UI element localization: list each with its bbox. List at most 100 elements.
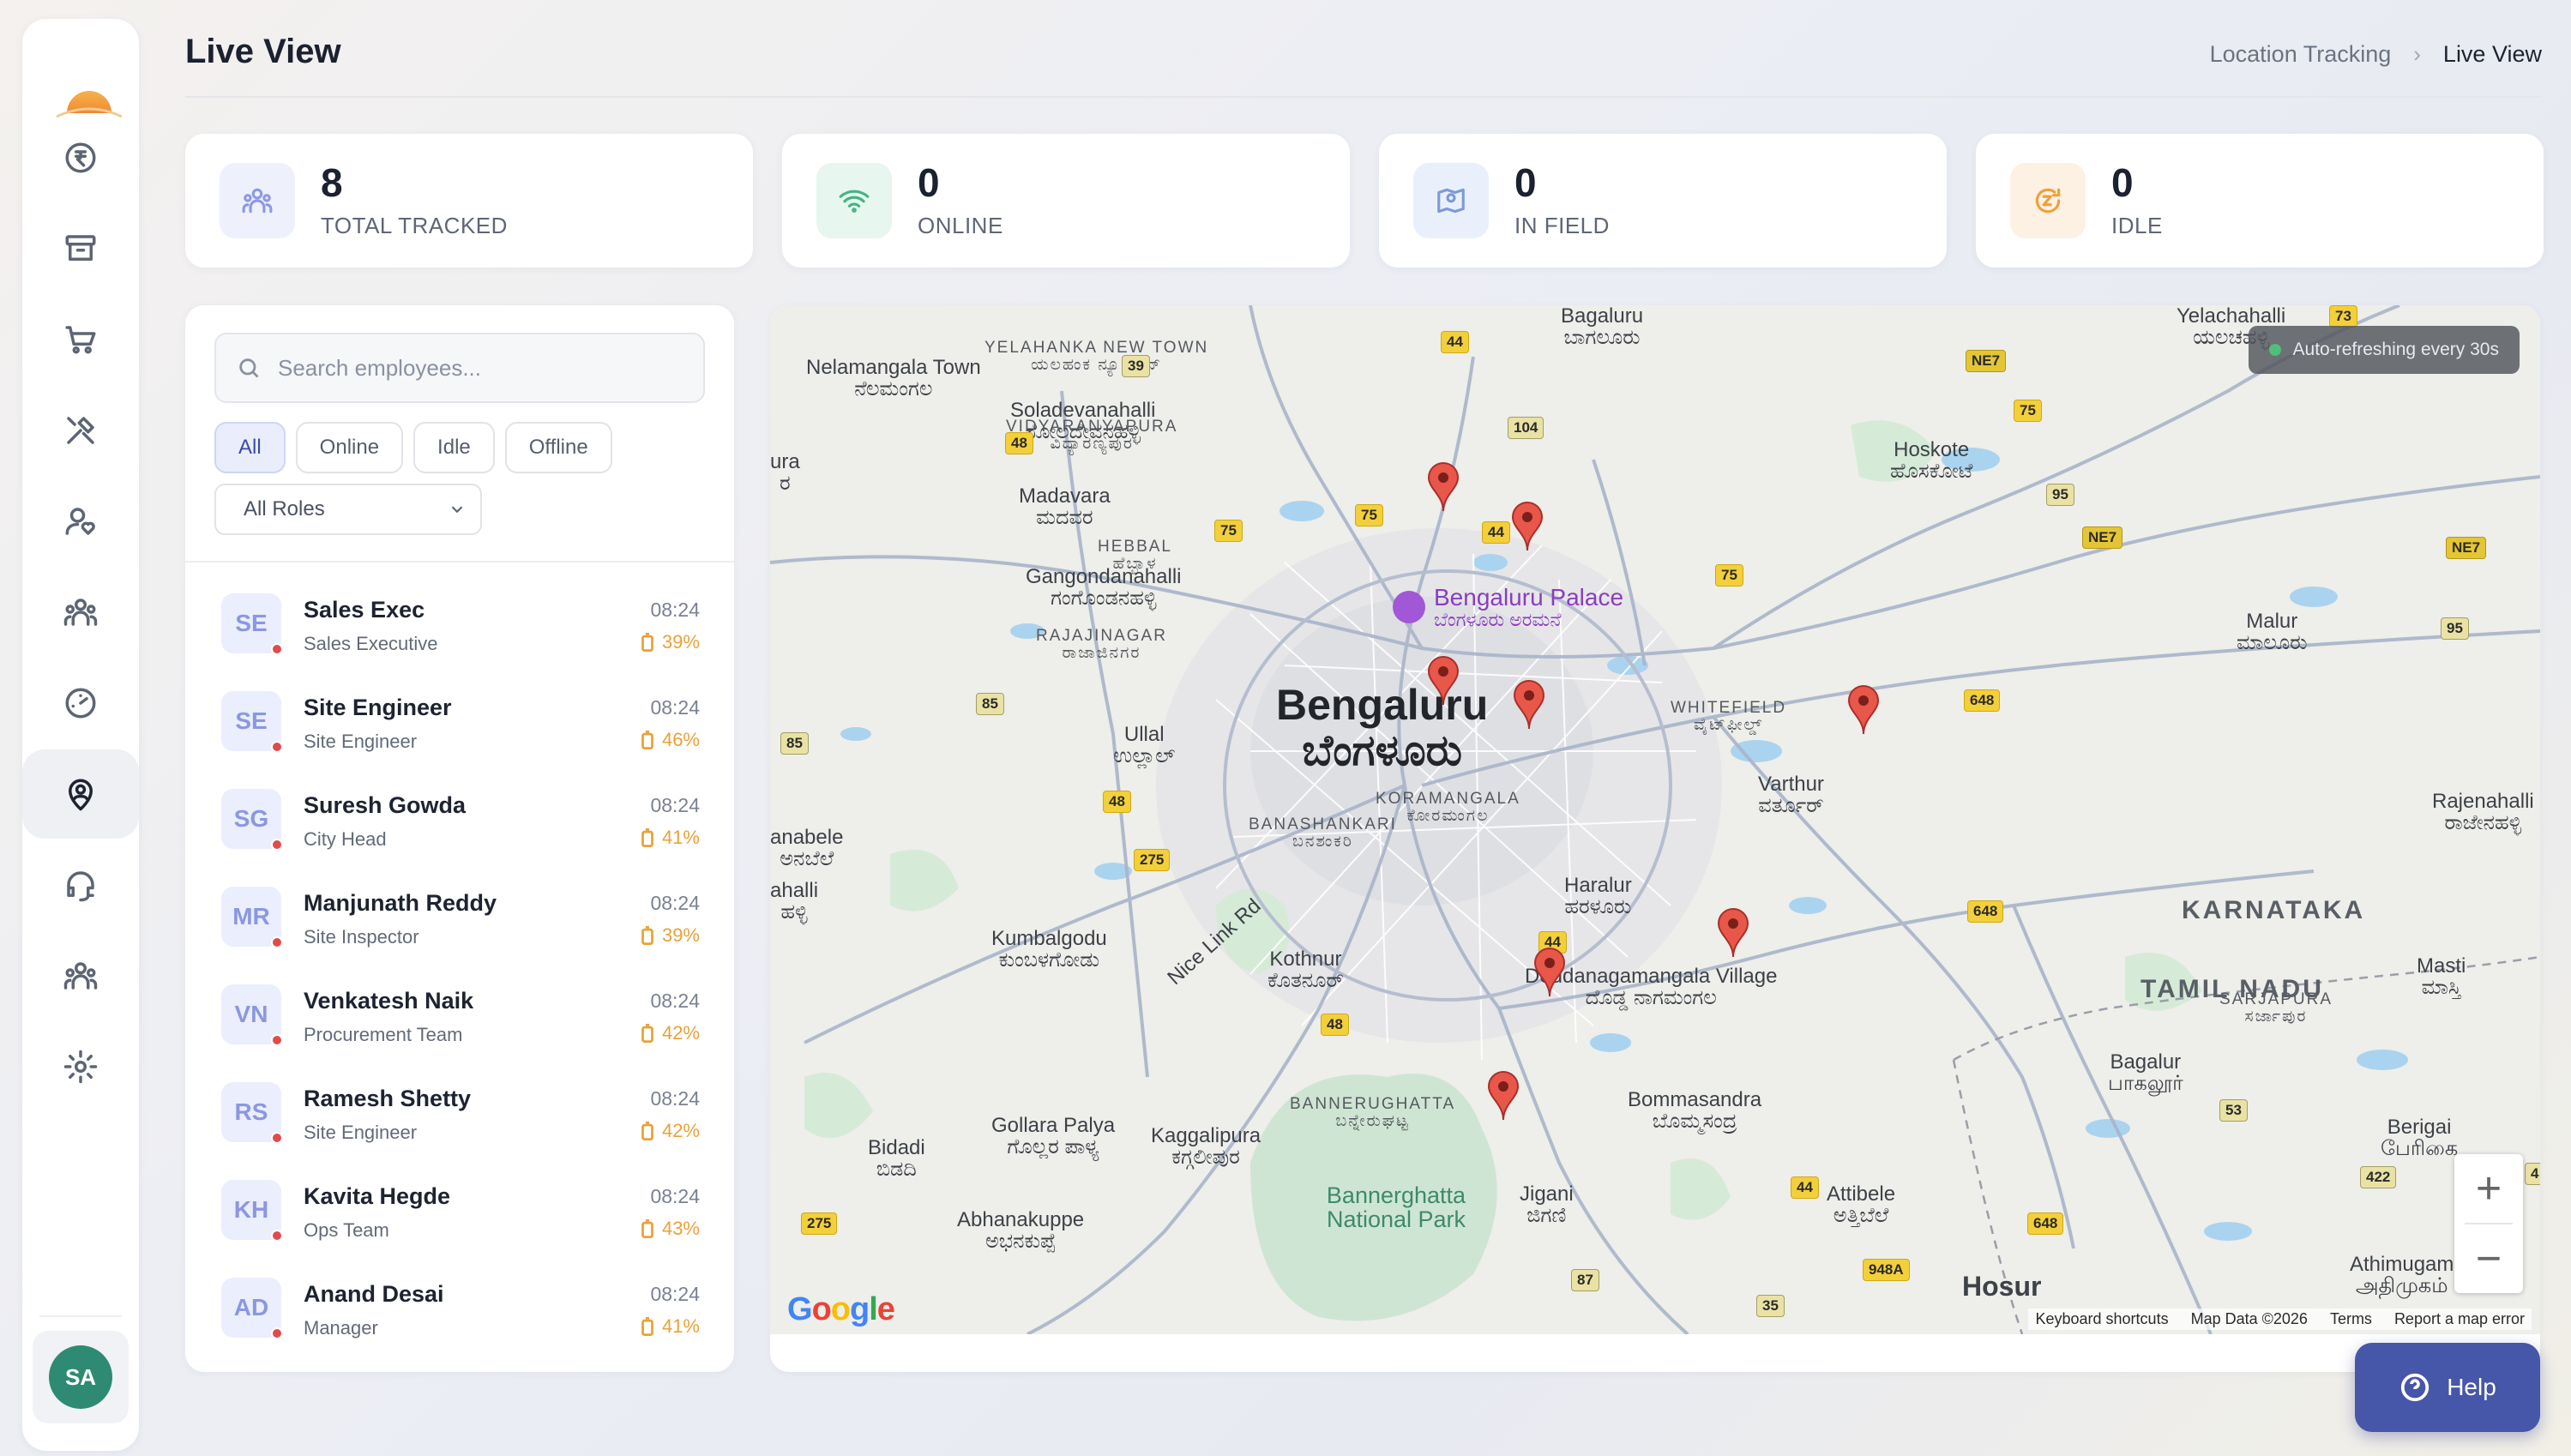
- employee-row[interactable]: RS Ramesh Shetty Site Engineer 08:24 42%: [185, 1051, 734, 1149]
- map[interactable]: Nelamangala Town ನೆಲಮಂಗಲ Soladevanahalli ಸೋ…: [770, 305, 2540, 1334]
- poi-bengaluru-palace[interactable]: Bengaluru Palace ಬೆಂಗಳೂರು ಅರಮನೆ: [1393, 585, 1623, 629]
- role-select[interactable]: All Roles: [214, 484, 482, 535]
- place-name: Jigani: [1520, 1182, 1574, 1206]
- map-place-label: KARNATAKA: [2182, 897, 2365, 924]
- employee-location-pin[interactable]: [1427, 461, 1460, 513]
- rupee-icon[interactable]: [22, 113, 139, 202]
- stat-label: TOTAL TRACKED: [321, 213, 508, 238]
- offline-status-dot: [271, 1327, 283, 1339]
- gauge-icon[interactable]: [22, 659, 139, 748]
- employee-panel: All Online Idle Offline All Roles SESale…: [185, 305, 734, 1372]
- employee-location-pin[interactable]: [1533, 947, 1566, 998]
- offline-status-dot: [271, 936, 283, 948]
- stat-label: IDLE: [2111, 213, 2163, 238]
- employee-name: Sales Exec: [304, 597, 425, 623]
- filter-idle[interactable]: Idle: [413, 422, 495, 473]
- palace-icon: [1393, 591, 1425, 624]
- map-footer: Keyboard shortcuts Map Data ©2026 Terms …: [2028, 1309, 2532, 1330]
- map-base-layer: [770, 305, 2540, 1334]
- chevron-right-icon: ›: [2413, 41, 2421, 67]
- filter-all[interactable]: All: [214, 422, 286, 473]
- zoom-out-button[interactable]: −: [2454, 1224, 2523, 1293]
- map-place-label: YELAHANKA NEW TOWN ಯಲಹಂಕ ನ್ಯೂ ಟೌನ್: [984, 340, 1208, 374]
- search-box[interactable]: [214, 333, 705, 403]
- employee-name: Kavita Hegde: [304, 1183, 451, 1209]
- employee-row[interactable]: VN Venkatesh Naik Procurement Team 08:24 42%: [185, 954, 734, 1051]
- employee-location-pin[interactable]: [1513, 679, 1545, 731]
- filter-offline[interactable]: Offline: [504, 422, 612, 473]
- map-pin-icon: [1413, 163, 1489, 238]
- tools-icon[interactable]: [22, 386, 139, 475]
- page-title: Live View: [185, 33, 341, 70]
- terms-link[interactable]: Terms: [2330, 1310, 2372, 1328]
- employee-row[interactable]: SE Sales Exec Sales Executive 08:24 39%: [185, 563, 734, 660]
- employee-row[interactable]: SE Site Engineer Site Engineer 08:24 46%: [185, 660, 734, 758]
- help-label: Help: [2447, 1374, 2496, 1400]
- map-place-label: TAMIL NADU: [2140, 976, 2324, 1003]
- place-name-local: ಅತ್ತಿಬೆಲೆ: [1833, 1204, 1889, 1228]
- road-shield: 95: [2046, 484, 2074, 506]
- road-shield: 87: [1571, 1269, 1599, 1291]
- employee-name: Manjunath Reddy: [304, 890, 497, 916]
- poi-name: Bengaluru Palace: [1434, 584, 1624, 611]
- keyboard-shortcuts-link[interactable]: Keyboard shortcuts: [2035, 1310, 2168, 1328]
- group-icon[interactable]: [22, 931, 139, 1020]
- map-place-label: Kothnur ಕೊತನೂರ್: [1267, 948, 1344, 993]
- help-button[interactable]: Help: [2355, 1343, 2540, 1432]
- road-shield: 422: [2360, 1166, 2397, 1188]
- employee-location-pin[interactable]: [1427, 655, 1460, 707]
- employee-row[interactable]: AD Anand Desai Manager 08:24 41%: [185, 1247, 734, 1345]
- place-name-local: ಕೋರಮಂಗಲ: [1406, 806, 1490, 825]
- headset-icon[interactable]: [22, 840, 139, 930]
- battery-level: 41%: [641, 1315, 700, 1338]
- place-name: ahalli: [770, 879, 819, 902]
- map-place-label: Ullal ಉಲ್ಲಾಲ್: [1113, 724, 1175, 767]
- place-name-local: ರಾಜೇನಹಳ್ಳಿ: [2444, 811, 2522, 835]
- place-name-local: ಕೊತನೂರ್: [1267, 969, 1344, 993]
- map-place-label: Rajenahalli ರಾಜೇನಹಳ್ಳಿ: [2432, 791, 2534, 835]
- employee-row[interactable]: SG Suresh Gowda City Head 08:24 41%: [185, 758, 734, 856]
- place-name-local: ಮಾಸ್ತಿ: [2421, 976, 2461, 1000]
- cart-icon[interactable]: [22, 295, 139, 384]
- location-user-icon[interactable]: [22, 749, 139, 839]
- employee-role: Site Inspector: [304, 926, 419, 948]
- map-place-label: Bidadi ಬಿಡದಿ: [868, 1137, 925, 1182]
- map-place-label: Hosur: [1962, 1271, 2042, 1302]
- user-heart-icon[interactable]: [22, 477, 139, 566]
- battery-percent: 39%: [661, 924, 700, 946]
- employee-row[interactable]: MR Manjunath Reddy Site Inspector 08:24 39%: [185, 856, 734, 954]
- employee-location-pin[interactable]: [1511, 501, 1544, 552]
- archive-icon[interactable]: [22, 204, 139, 293]
- search-icon: [239, 358, 259, 378]
- employee-location-pin[interactable]: [1717, 907, 1749, 959]
- road-shield: 948A: [1863, 1259, 1910, 1281]
- zoom-in-button[interactable]: +: [2454, 1154, 2523, 1223]
- filter-online[interactable]: Online: [295, 422, 404, 473]
- last-seen-time: 08:24: [650, 892, 700, 914]
- refresh-status-dot: [2268, 344, 2281, 356]
- user-menu[interactable]: SA: [33, 1331, 129, 1423]
- stat-in-field: 0 IN FIELD: [1379, 134, 1947, 268]
- team-icon[interactable]: [22, 568, 139, 657]
- place-name-local: ಯಲಹಂಕ ನ್ಯೂ ಟೌನ್: [1031, 355, 1163, 374]
- place-name-local: ಬಿಡದಿ: [876, 1158, 917, 1182]
- stat-value: 0: [918, 160, 940, 205]
- search-input[interactable]: [278, 354, 689, 382]
- employee-role: Manager: [304, 1317, 378, 1339]
- employee-location-pin[interactable]: [1847, 684, 1880, 736]
- employee-row[interactable]: KH Kavita Hegde Ops Team 08:24 43%: [185, 1149, 734, 1247]
- battery-level: 39%: [641, 631, 700, 653]
- place-name: Bagaluru: [1561, 305, 1644, 328]
- breadcrumb-location-tracking[interactable]: Location Tracking: [2210, 41, 2392, 68]
- avatar[interactable]: SA: [49, 1345, 112, 1409]
- place-name-local: ಮದವರ: [1036, 506, 1093, 530]
- road-shield: 48: [1005, 432, 1033, 454]
- poi-name-local: ಬೆಂಗಳೂರು ಅರಮನೆ: [1434, 609, 1562, 631]
- report-error-link[interactable]: Report a map error: [2394, 1310, 2525, 1328]
- settings-icon[interactable]: [22, 1022, 139, 1111]
- place-name-local: ಅಭನಕುಪ್ಪೆ: [984, 1230, 1057, 1254]
- map-place-label: Kumbalgodu ಕುಂಬಳಗೋಡು: [991, 928, 1107, 972]
- place-name-local: ಗಂಗೊಂಡನಹಳ್ಳಿ: [1051, 587, 1157, 611]
- employee-location-pin[interactable]: [1487, 1070, 1520, 1122]
- map-place-label: Haralur ಹರಳೂರು: [1564, 875, 1632, 918]
